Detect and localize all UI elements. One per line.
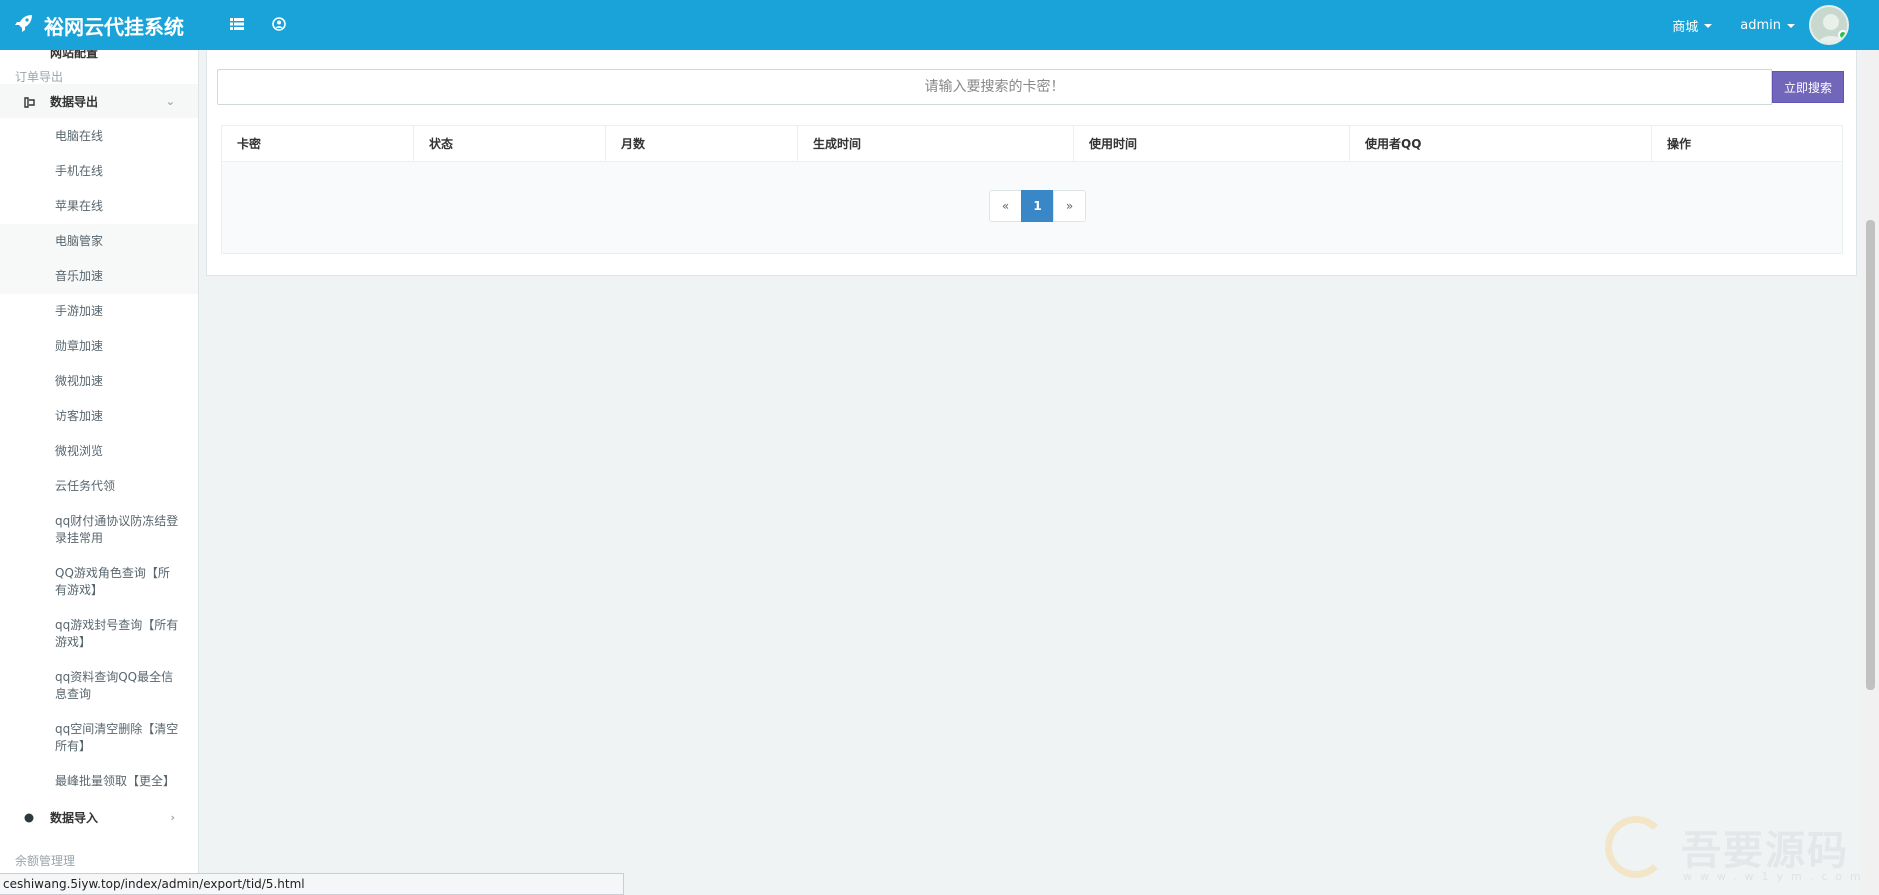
page-scrollbar[interactable] [1862,50,1879,895]
sidebar-item-visitor-boost[interactable]: 访客加速 [0,408,198,425]
chevron-right-icon: › [170,810,175,824]
sidebar-item-mobile-online[interactable]: 手机在线 [0,163,198,180]
sidebar-item-music-boost[interactable]: 音乐加速 [0,259,198,294]
online-status-dot [1838,30,1847,40]
rocket-icon [14,13,34,37]
caret-down-icon [1787,24,1795,28]
export-icon [22,95,36,109]
sidebar-item-cloud-task[interactable]: 云任务代领 [0,478,198,495]
dot-icon [22,811,36,825]
sidebar-group-data-export[interactable]: 数据导出 ⌄ [0,84,198,118]
sidebar-item-pc-online[interactable]: 电脑在线 [0,128,198,145]
avatar[interactable] [1809,5,1849,45]
scrollbar-thumb[interactable] [1866,220,1875,690]
sidebar-item-qq-zone-clear[interactable]: qq空间清空删除【清空所有】 [0,721,198,755]
sidebar-item-qq-tenpay[interactable]: qq财付通协议防冻结登录挂常用 [0,513,198,547]
search-input[interactable] [217,69,1772,105]
search-button[interactable]: 立即搜索 [1772,71,1844,103]
user-circle-icon[interactable] [270,15,288,33]
sidebar-item-qq-game-role[interactable]: QQ游戏角色查询【所有游戏】 [0,565,198,599]
sidebar-group-label: 数据导入 [50,810,99,825]
sidebar-item-batch-claim[interactable]: 最峰批量领取【更全】 [0,773,198,790]
chevron-down-icon: ⌄ [165,94,175,108]
sidebar-item-medal-boost[interactable]: 勋章加速 [0,338,198,355]
next-page-button[interactable]: » [1053,190,1086,222]
sidebar-item-apple-online[interactable]: 苹果在线 [0,198,198,215]
watermark-ring-icon [1605,816,1667,878]
watermark-logo: 吾要源码 www.w1ym.com [1605,810,1865,895]
shop-label: 商城 [1672,19,1699,35]
column-header: 使用时间 [1074,126,1350,162]
sidebar: 网站配置 订单导出 数据导出 ⌄ 电脑在线 手机在线 苹果在线 电脑管家 音乐加… [0,50,199,895]
top-header: 裕网云代挂系统 商城 admin [0,0,1879,50]
watermark-text: 吾要源码 [1681,827,1849,874]
sidebar-item-site-config[interactable]: 网站配置 [0,50,198,60]
sidebar-item-weishi-browse[interactable]: 微视浏览 [0,443,198,460]
sidebar-group-data-import[interactable]: 数据导入 › [0,800,198,834]
page-button-current[interactable]: 1 [1021,190,1054,222]
column-header: 状态 [414,126,606,162]
watermark-url: www.w1ym.com [1683,870,1869,883]
sidebar-section-balance: 余额管理理 [15,854,76,868]
user-dropdown[interactable]: admin [1740,18,1795,33]
column-header: 生成时间 [798,126,1074,162]
table-header: 卡密 状态 月数 生成时间 使用时间 使用者QQ 操作 [222,126,1842,162]
column-header: 操作 [1667,137,1692,151]
card-table: 卡密 状态 月数 生成时间 使用时间 使用者QQ 操作 « 1 » [221,125,1843,254]
column-header: 卡密 [222,126,414,162]
search-bar: 立即搜索 [217,69,1847,105]
browser-status-bar: ceshiwang.5iyw.top/index/admin/export/ti… [0,873,624,895]
prev-page-button[interactable]: « [989,190,1022,222]
shop-dropdown[interactable]: 商城 [1672,16,1713,35]
pagination: « 1 » [989,190,1086,222]
caret-down-icon [1704,24,1713,28]
sidebar-group-label: 数据导出 [50,94,99,109]
brand-title: 裕网云代挂系统 [44,14,184,39]
sidebar-item-mobile-game-boost[interactable]: 手游加速 [0,303,198,320]
menu-toggle-icon[interactable] [228,15,246,33]
sidebar-item-qq-game-ban[interactable]: qq游戏封号查询【所有游戏】 [0,617,198,651]
sidebar-item-qq-profile[interactable]: qq资料查询QQ最全信息查询 [0,669,198,703]
user-label: admin [1740,17,1781,33]
sidebar-item-weishi-boost[interactable]: 微视加速 [0,373,198,390]
sidebar-section-order-export: 订单导出 [15,70,64,84]
main-panel: 立即搜索 卡密 状态 月数 生成时间 使用时间 使用者QQ 操作 « 1 » [206,50,1857,276]
column-header: 月数 [606,126,798,162]
sidebar-item-pc-manager[interactable]: 电脑管家 [0,224,198,259]
column-header: 使用者QQ [1350,126,1652,162]
brand[interactable]: 裕网云代挂系统 [14,0,184,50]
